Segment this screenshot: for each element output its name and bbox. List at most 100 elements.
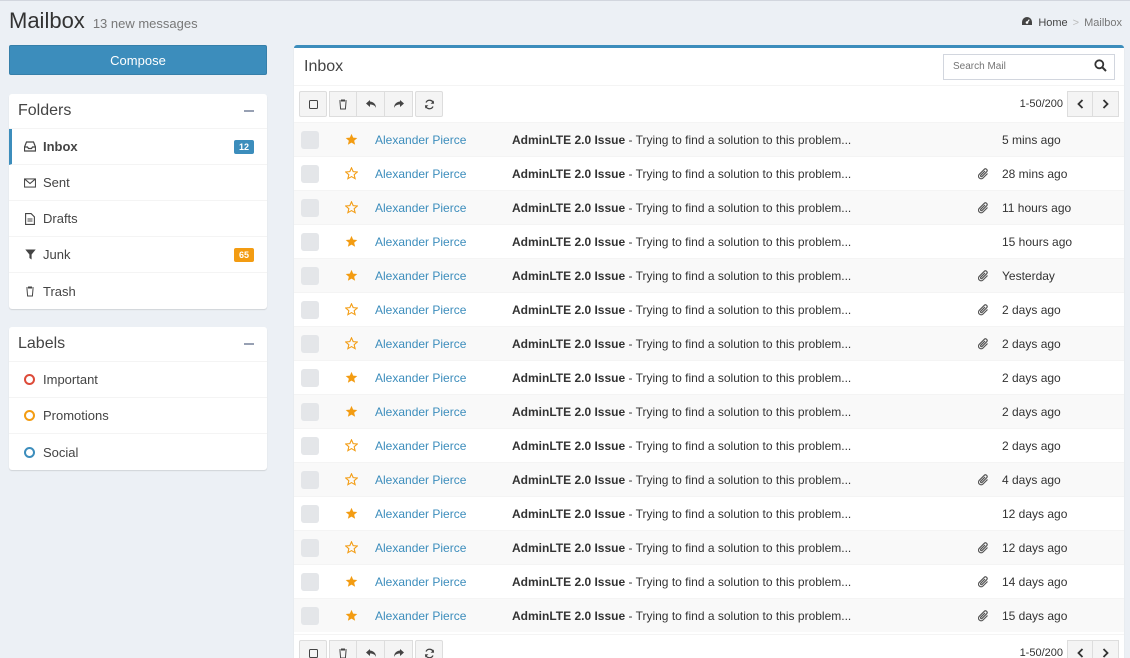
- compose-button[interactable]: Compose: [9, 45, 267, 75]
- row-checkbox[interactable]: [301, 334, 319, 353]
- mail-row[interactable]: Alexander Pierce AdminLTE 2.0 Issue - Try…: [294, 224, 1124, 258]
- label-item-important[interactable]: Important: [9, 362, 267, 398]
- row-checkbox[interactable]: [301, 266, 319, 285]
- mail-sender[interactable]: Alexander Pierce: [375, 133, 512, 147]
- star-outline-icon[interactable]: [344, 337, 358, 351]
- row-checkbox[interactable]: [301, 538, 319, 557]
- mail-sender[interactable]: Alexander Pierce: [375, 371, 512, 385]
- mail-row[interactable]: Alexander Pierce AdminLTE 2.0 Issue - Try…: [294, 122, 1124, 156]
- folder-item-drafts[interactable]: Drafts: [9, 201, 267, 237]
- star-filled-icon[interactable]: [344, 371, 358, 385]
- row-checkbox[interactable]: [301, 198, 319, 217]
- mail-row[interactable]: Alexander Pierce AdminLTE 2.0 Issue - Try…: [294, 598, 1124, 632]
- mail-subject[interactable]: AdminLTE 2.0 Issue - Trying to find a so…: [512, 201, 978, 215]
- mail-subject[interactable]: AdminLTE 2.0 Issue - Trying to find a so…: [512, 609, 978, 623]
- prev-page-button[interactable]: [1067, 640, 1093, 658]
- star-outline-icon[interactable]: [344, 201, 358, 215]
- mail-subject[interactable]: AdminLTE 2.0 Issue - Trying to find a so…: [512, 303, 978, 317]
- collapse-labels-icon[interactable]: [244, 343, 254, 345]
- star-filled-icon[interactable]: [344, 235, 358, 249]
- next-page-button[interactable]: [1093, 640, 1119, 658]
- reply-button[interactable]: [357, 640, 385, 658]
- mail-subject[interactable]: AdminLTE 2.0 Issue - Trying to find a so…: [512, 405, 978, 419]
- mail-row[interactable]: Alexander Pierce AdminLTE 2.0 Issue - Try…: [294, 530, 1124, 564]
- mail-subject[interactable]: AdminLTE 2.0 Issue - Trying to find a so…: [512, 269, 978, 283]
- mail-subject[interactable]: AdminLTE 2.0 Issue - Trying to find a so…: [512, 439, 978, 453]
- collapse-folders-icon[interactable]: [244, 110, 254, 112]
- reply-button[interactable]: [357, 91, 385, 117]
- row-checkbox[interactable]: [301, 572, 319, 591]
- next-page-button[interactable]: [1093, 91, 1119, 117]
- mail-sender[interactable]: Alexander Pierce: [375, 439, 512, 453]
- star-outline-icon[interactable]: [344, 303, 358, 317]
- mail-subject[interactable]: AdminLTE 2.0 Issue - Trying to find a so…: [512, 337, 978, 351]
- folder-item-trash[interactable]: Trash: [9, 273, 267, 309]
- mail-subject[interactable]: AdminLTE 2.0 Issue - Trying to find a so…: [512, 541, 978, 555]
- mail-row[interactable]: Alexander Pierce AdminLTE 2.0 Issue - Try…: [294, 428, 1124, 462]
- row-checkbox[interactable]: [301, 402, 319, 421]
- select-all-button[interactable]: [299, 91, 327, 117]
- mail-row[interactable]: Alexander Pierce AdminLTE 2.0 Issue - Try…: [294, 292, 1124, 326]
- row-checkbox[interactable]: [301, 470, 319, 489]
- mail-subject[interactable]: AdminLTE 2.0 Issue - Trying to find a so…: [512, 133, 978, 147]
- mail-subject[interactable]: AdminLTE 2.0 Issue - Trying to find a so…: [512, 371, 978, 385]
- row-checkbox[interactable]: [301, 368, 319, 387]
- mail-subject[interactable]: AdminLTE 2.0 Issue - Trying to find a so…: [512, 167, 978, 181]
- star-outline-icon[interactable]: [344, 167, 358, 181]
- star-filled-icon[interactable]: [344, 507, 358, 521]
- mail-sender[interactable]: Alexander Pierce: [375, 201, 512, 215]
- star-filled-icon[interactable]: [344, 133, 358, 147]
- refresh-button[interactable]: [415, 640, 443, 658]
- search-input[interactable]: [953, 61, 1083, 72]
- star-outline-icon[interactable]: [344, 439, 358, 453]
- star-filled-icon[interactable]: [344, 269, 358, 283]
- forward-button[interactable]: [385, 640, 413, 658]
- row-checkbox[interactable]: [301, 232, 319, 251]
- mail-row[interactable]: Alexander Pierce AdminLTE 2.0 Issue - Try…: [294, 564, 1124, 598]
- mail-row[interactable]: Alexander Pierce AdminLTE 2.0 Issue - Try…: [294, 462, 1124, 496]
- folder-item-junk[interactable]: Junk 65: [9, 237, 267, 273]
- mail-row[interactable]: Alexander Pierce AdminLTE 2.0 Issue - Try…: [294, 190, 1124, 224]
- mail-sender[interactable]: Alexander Pierce: [375, 235, 512, 249]
- row-checkbox[interactable]: [301, 164, 319, 183]
- row-checkbox[interactable]: [301, 606, 319, 625]
- refresh-button[interactable]: [415, 91, 443, 117]
- search-icon[interactable]: [1094, 58, 1107, 75]
- folder-item-sent[interactable]: Sent: [9, 165, 267, 201]
- star-outline-icon[interactable]: [344, 541, 358, 555]
- label-item-social[interactable]: Social: [9, 434, 267, 470]
- mail-row[interactable]: Alexander Pierce AdminLTE 2.0 Issue - Try…: [294, 326, 1124, 360]
- breadcrumb-home[interactable]: Home: [1038, 17, 1067, 29]
- star-filled-icon[interactable]: [344, 609, 358, 623]
- mail-sender[interactable]: Alexander Pierce: [375, 575, 512, 589]
- mail-sender[interactable]: Alexander Pierce: [375, 473, 512, 487]
- row-checkbox[interactable]: [301, 130, 319, 149]
- mail-row[interactable]: Alexander Pierce AdminLTE 2.0 Issue - Try…: [294, 258, 1124, 292]
- select-all-button[interactable]: [299, 640, 327, 658]
- star-filled-icon[interactable]: [344, 405, 358, 419]
- mail-row[interactable]: Alexander Pierce AdminLTE 2.0 Issue - Try…: [294, 496, 1124, 530]
- row-checkbox[interactable]: [301, 300, 319, 319]
- mail-sender[interactable]: Alexander Pierce: [375, 507, 512, 521]
- mail-sender[interactable]: Alexander Pierce: [375, 269, 512, 283]
- folder-item-inbox[interactable]: Inbox 12: [9, 129, 267, 165]
- row-checkbox[interactable]: [301, 504, 319, 523]
- mail-sender[interactable]: Alexander Pierce: [375, 609, 512, 623]
- delete-button[interactable]: [329, 640, 357, 658]
- mail-subject[interactable]: AdminLTE 2.0 Issue - Trying to find a so…: [512, 473, 978, 487]
- mail-sender[interactable]: Alexander Pierce: [375, 303, 512, 317]
- mail-row[interactable]: Alexander Pierce AdminLTE 2.0 Issue - Try…: [294, 156, 1124, 190]
- mail-sender[interactable]: Alexander Pierce: [375, 405, 512, 419]
- prev-page-button[interactable]: [1067, 91, 1093, 117]
- star-outline-icon[interactable]: [344, 473, 358, 487]
- mail-row[interactable]: Alexander Pierce AdminLTE 2.0 Issue - Try…: [294, 394, 1124, 428]
- row-checkbox[interactable]: [301, 436, 319, 455]
- mail-subject[interactable]: AdminLTE 2.0 Issue - Trying to find a so…: [512, 235, 978, 249]
- forward-button[interactable]: [385, 91, 413, 117]
- mail-sender[interactable]: Alexander Pierce: [375, 541, 512, 555]
- mail-subject[interactable]: AdminLTE 2.0 Issue - Trying to find a so…: [512, 575, 978, 589]
- delete-button[interactable]: [329, 91, 357, 117]
- mail-row[interactable]: Alexander Pierce AdminLTE 2.0 Issue - Try…: [294, 360, 1124, 394]
- mail-subject[interactable]: AdminLTE 2.0 Issue - Trying to find a so…: [512, 507, 978, 521]
- star-filled-icon[interactable]: [344, 575, 358, 589]
